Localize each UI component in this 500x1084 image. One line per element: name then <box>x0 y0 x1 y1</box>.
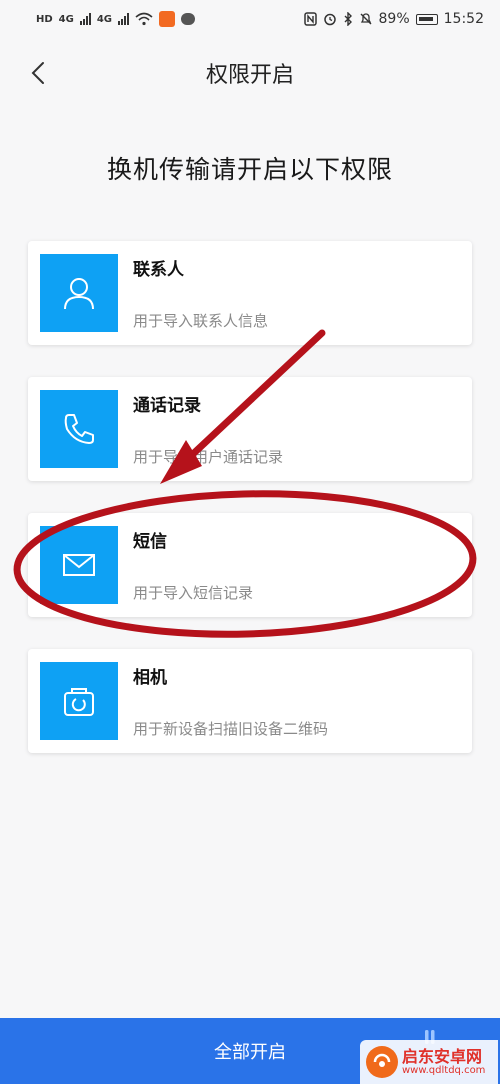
clock: 15:52 <box>443 11 484 27</box>
network-type-2: 4G <box>96 13 113 25</box>
app-notification-icon <box>159 11 176 27</box>
status-bar: HD 4G 4G 89% 15:52 <box>0 0 500 38</box>
card-title: 相机 <box>133 668 167 688</box>
permissions-heading: 换机传输请开启以下权限 <box>106 155 393 184</box>
person-icon <box>64 278 94 310</box>
card-title: 通话记录 <box>133 396 201 416</box>
alarm-icon <box>323 13 336 26</box>
wifi-icon <box>135 12 153 26</box>
watermark-text: 启东安卓网 www.qdltdq.com <box>402 1048 485 1077</box>
card-text: 短信 用于导入短信记录 <box>133 527 253 603</box>
sms-icon-box <box>40 526 118 604</box>
mail-icon <box>63 554 95 576</box>
card-description: 用于新设备扫描旧设备二维码 <box>133 720 329 738</box>
card-description: 用于导入联系人信息 <box>133 312 269 330</box>
card-title: 短信 <box>133 532 167 552</box>
header: 权限开启 <box>0 45 500 101</box>
permission-card-sms[interactable]: 短信 用于导入短信记录 <box>28 513 472 617</box>
signal-icon <box>79 13 91 25</box>
mute-icon <box>360 13 372 25</box>
camera-icon-box <box>40 662 118 740</box>
network-type-1: 4G <box>58 13 74 25</box>
watermark-logo-icon <box>366 1046 398 1078</box>
back-button[interactable] <box>20 55 56 91</box>
status-right: 89% 15:52 <box>303 11 484 27</box>
nfc-icon <box>303 12 317 26</box>
permission-list: 联系人 用于导入联系人信息 通话记录 用于导入用户通话记录 短信 用于导入短信记… <box>28 241 472 785</box>
contacts-icon-box <box>40 254 118 332</box>
card-title: 联系人 <box>133 260 184 280</box>
enable-all-label: 全部开启 <box>214 1042 286 1063</box>
watermark: 启东安卓网 www.qdltdq.com <box>360 1040 498 1084</box>
card-description: 用于导入短信记录 <box>133 584 254 602</box>
permission-card-contacts[interactable]: 联系人 用于导入联系人信息 <box>28 241 472 345</box>
card-description: 用于导入用户通话记录 <box>133 448 284 466</box>
phone-icon <box>64 414 94 444</box>
watermark-title: 启东安卓网 <box>402 1046 483 1066</box>
page-title: 权限开启 <box>205 63 294 88</box>
signal-icon-2 <box>118 13 130 25</box>
chevron-left-icon <box>31 62 44 84</box>
card-text: 联系人 用于导入联系人信息 <box>133 255 268 331</box>
permission-card-call-log[interactable]: 通话记录 用于导入用户通话记录 <box>28 377 472 481</box>
watermark-url: www.qdltdq.com <box>402 1065 486 1077</box>
battery-icon <box>415 13 438 25</box>
permission-card-camera[interactable]: 相机 用于新设备扫描旧设备二维码 <box>28 649 472 753</box>
hd-indicator: HD <box>36 13 53 25</box>
message-notification-icon <box>181 13 196 25</box>
status-left: HD 4G 4G <box>36 11 196 27</box>
bluetooth-icon <box>344 12 352 26</box>
battery-percent: 89% <box>378 11 410 27</box>
call-log-icon-box <box>40 390 118 468</box>
camera-icon <box>64 688 94 716</box>
card-text: 通话记录 用于导入用户通话记录 <box>133 391 283 467</box>
card-text: 相机 用于新设备扫描旧设备二维码 <box>133 663 328 739</box>
